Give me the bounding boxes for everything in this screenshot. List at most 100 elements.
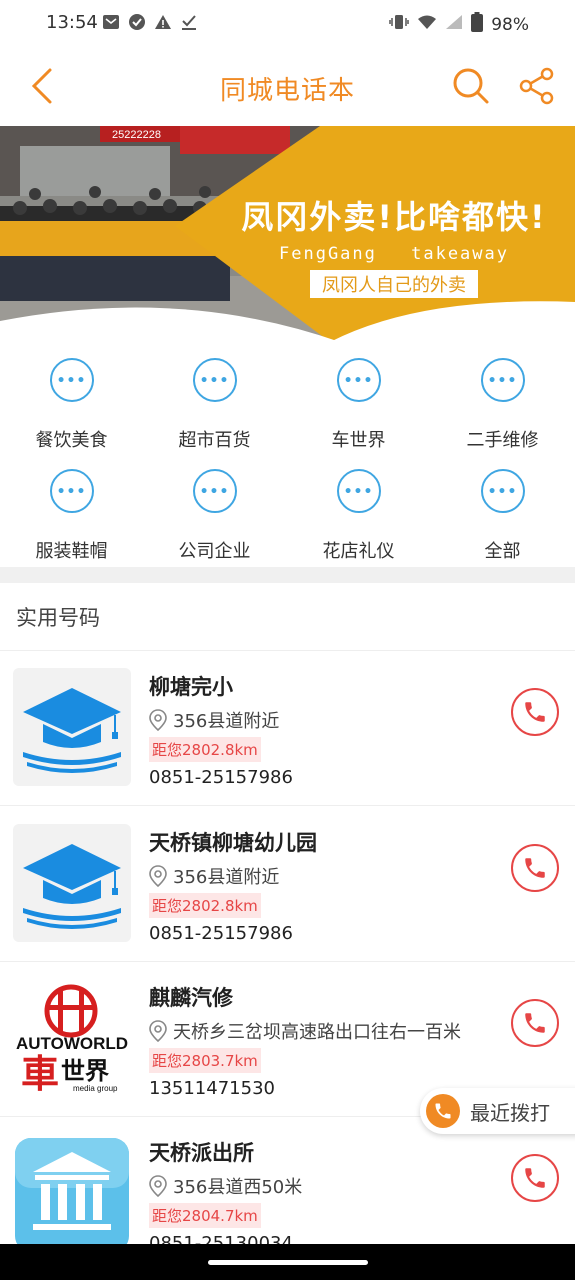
autoworld-logo: AUTOWORLD 車 世界 media group	[16, 984, 128, 1096]
signal-icon	[445, 14, 463, 35]
item-name: 天桥派出所	[149, 1141, 254, 1165]
address-text: 356县道附近	[173, 711, 280, 732]
app-header: 同城电话本	[0, 48, 575, 126]
location-pin-icon	[149, 1175, 167, 1197]
search-button[interactable]	[451, 66, 491, 106]
call-button[interactable]	[511, 999, 559, 1047]
more-dots-icon: •••	[192, 358, 237, 402]
section-divider	[0, 567, 575, 583]
category-label: 车世界	[331, 430, 386, 451]
phone-icon	[525, 858, 545, 878]
category-item[interactable]: ••• 车世界	[287, 342, 430, 452]
more-dots-icon: •••	[480, 358, 525, 402]
category-label: 花店礼仪	[322, 541, 395, 562]
battery-icon	[471, 12, 484, 37]
category-item[interactable]: ••• 超市百货	[143, 342, 286, 452]
recent-calls-button[interactable]: 最近拨打	[420, 1088, 575, 1134]
location-pin-icon	[149, 709, 167, 731]
item-logo	[13, 824, 131, 942]
category-item[interactable]: ••• 服装鞋帽	[0, 453, 143, 563]
mail-icon	[102, 13, 120, 31]
system-nav-bar	[0, 1244, 575, 1280]
item-logo: AUTOWORLD 車 世界 media group	[13, 979, 131, 1097]
svg-text:世界: 世界	[61, 1057, 109, 1085]
more-dots-icon: •••	[336, 469, 381, 513]
phone-icon	[525, 1013, 545, 1033]
check-circle-icon	[128, 13, 146, 31]
category-label: 服装鞋帽	[35, 541, 108, 562]
location-pin-icon	[149, 1020, 167, 1042]
call-button[interactable]	[511, 844, 559, 892]
category-label: 全部	[484, 541, 521, 562]
list-item[interactable]: 天桥镇柳塘幼儿园 356县道附近 距您2802.8km 0851-2515798…	[0, 807, 575, 962]
building-icon	[15, 1138, 129, 1252]
graduation-cap-icon	[23, 688, 121, 773]
phone-number: 0851-25157986	[149, 767, 293, 788]
category-label: 公司企业	[178, 541, 251, 562]
promo-banner[interactable]: 25222228 凤冈外卖!比啥都快! FengGang takeaway 凤冈…	[0, 126, 575, 342]
more-dots-icon: •••	[192, 469, 237, 513]
category-label: 二手维修	[466, 430, 539, 451]
banner-text: 凤冈外卖!比啥都快! FengGang takeaway 凤冈人自己的外卖	[219, 192, 569, 298]
category-item[interactable]: ••• 餐饮美食	[0, 342, 143, 452]
item-logo	[13, 668, 131, 786]
distance-badge: 距您2802.8km	[149, 737, 261, 762]
item-name: 天桥镇柳塘幼儿园	[149, 831, 317, 855]
call-button[interactable]	[511, 688, 559, 736]
more-dots-icon: •••	[480, 469, 525, 513]
share-icon	[519, 67, 554, 105]
category-item[interactable]: ••• 公司企业	[143, 453, 286, 563]
status-bar: 13:54 98%	[0, 0, 575, 48]
search-icon	[453, 68, 489, 104]
category-item[interactable]: ••• 花店礼仪	[287, 453, 430, 563]
task-done-icon	[180, 13, 198, 31]
banner-headline: 凤冈外卖!比啥都快!	[241, 198, 547, 236]
address-text: 天桥乡三岔坝高速路出口往右一百米	[173, 1022, 461, 1043]
item-address: 天桥乡三岔坝高速路出口往右一百米	[149, 1018, 461, 1044]
more-dots-icon: •••	[49, 469, 94, 513]
phone-icon	[525, 1168, 545, 1188]
distance-badge: 距您2802.8km	[149, 893, 261, 918]
more-dots-icon: •••	[336, 358, 381, 402]
vibrate-icon	[389, 13, 409, 36]
distance-badge: 距您2803.7km	[149, 1048, 261, 1073]
more-dots-icon: •••	[49, 358, 94, 402]
item-address: 356县道附近	[149, 863, 279, 889]
address-text: 356县道附近	[173, 867, 280, 888]
graduation-cap-icon	[23, 844, 121, 929]
home-gesture-handle[interactable]	[208, 1260, 368, 1265]
shop-sign-number: 25222228	[112, 129, 161, 141]
banner-subtitle: FengGang takeaway	[279, 244, 509, 264]
item-name: 麒麟汽修	[149, 986, 233, 1010]
phone-icon	[525, 702, 545, 722]
section-title: 实用号码	[16, 606, 100, 630]
svg-text:AUTOWORLD: AUTOWORLD	[16, 1034, 128, 1053]
category-grid: ••• 餐饮美食 ••• 超市百货 ••• 车世界 ••• 二手维修 ••• 服…	[0, 342, 575, 566]
warning-icon	[154, 13, 172, 31]
battery-level: 98%	[491, 14, 529, 35]
category-item[interactable]: ••• 全部	[431, 453, 574, 563]
banner-tagline: 凤冈人自己的外卖	[310, 270, 478, 298]
phone-number: 0851-25157986	[149, 923, 293, 944]
distance-badge: 距您2804.7km	[149, 1203, 261, 1228]
phone-icon	[426, 1094, 460, 1128]
category-label: 超市百货	[178, 430, 251, 451]
svg-text:車: 車	[21, 1052, 59, 1096]
recent-calls-label: 最近拨打	[470, 1100, 550, 1125]
notification-icons	[102, 13, 198, 31]
item-logo	[13, 1134, 131, 1252]
address-text: 356县道西50米	[173, 1177, 303, 1198]
item-address: 356县道附近	[149, 707, 279, 733]
app-screen: 13:54 98% 同城电话本 25222228 凤冈外卖!比啥都快! Feng…	[0, 0, 575, 1280]
item-address: 356县道西50米	[149, 1173, 302, 1199]
svg-text:media group: media group	[73, 1084, 118, 1093]
list-item[interactable]: 柳塘完小 356县道附近 距您2802.8km 0851-25157986	[0, 651, 575, 806]
category-item[interactable]: ••• 二手维修	[431, 342, 574, 452]
location-pin-icon	[149, 865, 167, 887]
wifi-icon	[417, 14, 437, 35]
share-button[interactable]	[517, 66, 557, 106]
category-label: 餐饮美食	[35, 430, 108, 451]
item-name: 柳塘完小	[149, 675, 233, 699]
status-time: 13:54	[46, 12, 98, 33]
call-button[interactable]	[511, 1154, 559, 1202]
